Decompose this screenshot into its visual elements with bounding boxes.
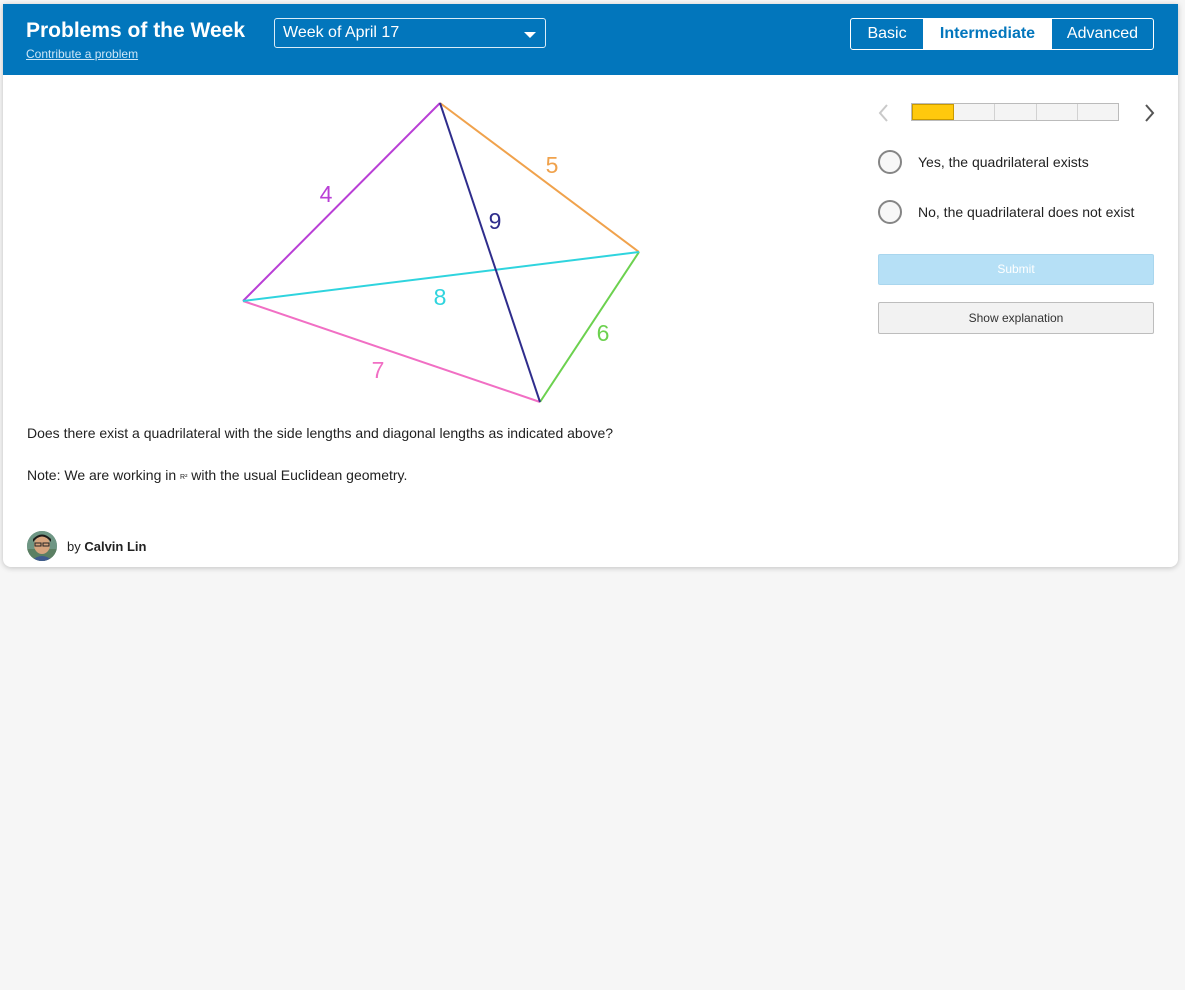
- problem-question: Does there exist a quadrilateral with th…: [27, 425, 614, 441]
- author-byline: by Calvin Lin: [67, 539, 146, 554]
- note-prefix: Note: We are working in: [27, 467, 181, 483]
- level-toggle: Basic Intermediate Advanced: [850, 18, 1154, 50]
- show-explanation-button[interactable]: Show explanation: [878, 302, 1154, 334]
- chevron-right-icon: [1145, 104, 1155, 122]
- edge-label-5: 5: [546, 152, 559, 178]
- next-problem-button[interactable]: [1140, 102, 1158, 124]
- edge-label-8: 8: [434, 284, 447, 310]
- avatar-image: [27, 531, 57, 561]
- submit-button[interactable]: Submit: [878, 254, 1154, 285]
- previous-problem-button[interactable]: [875, 102, 893, 124]
- answer-label-no: No, the quadrilateral does not exist: [918, 204, 1135, 220]
- level-advanced-button[interactable]: Advanced: [1051, 19, 1153, 49]
- note-suffix: with the usual Euclidean geometry.: [187, 467, 408, 483]
- side-right-bottom: [539, 251, 640, 403]
- side-top-right: [439, 102, 640, 253]
- edge-label-6: 6: [597, 320, 610, 346]
- progress-segment-5[interactable]: [1078, 104, 1118, 120]
- side-bottom-left: [242, 300, 541, 403]
- answer-option-no[interactable]: No, the quadrilateral does not exist: [878, 198, 1134, 226]
- answer-option-yes[interactable]: Yes, the quadrilateral exists: [878, 148, 1089, 176]
- by-prefix: by: [67, 538, 85, 554]
- side-left-top: [242, 102, 441, 302]
- chevron-left-icon: [878, 104, 888, 122]
- diagonal-top-bottom: [439, 102, 541, 403]
- problem-note: Note: We are working in R² with the usua…: [27, 467, 407, 483]
- author-line: by Calvin Lin: [27, 531, 146, 561]
- radio-yes[interactable]: [878, 150, 902, 174]
- progress-segment-4[interactable]: [1037, 104, 1078, 120]
- progress-segment-3[interactable]: [995, 104, 1037, 120]
- avatar[interactable]: [27, 531, 57, 561]
- answer-label-yes: Yes, the quadrilateral exists: [918, 154, 1089, 170]
- edge-label-7: 7: [372, 357, 385, 383]
- level-intermediate-button[interactable]: Intermediate: [924, 19, 1051, 49]
- quadrilateral-figure: 4 5 6 7 8 9: [242, 102, 640, 403]
- progress-segment-2[interactable]: [954, 104, 996, 120]
- progress-bar: [911, 103, 1119, 121]
- radio-no[interactable]: [878, 200, 902, 224]
- problem-card: Problems of the Week Contribute a proble…: [3, 4, 1178, 567]
- edge-label-4: 4: [320, 181, 333, 207]
- author-name[interactable]: Calvin Lin: [84, 539, 146, 554]
- edge-label-9: 9: [489, 208, 502, 234]
- progress-segment-1[interactable]: [912, 104, 955, 120]
